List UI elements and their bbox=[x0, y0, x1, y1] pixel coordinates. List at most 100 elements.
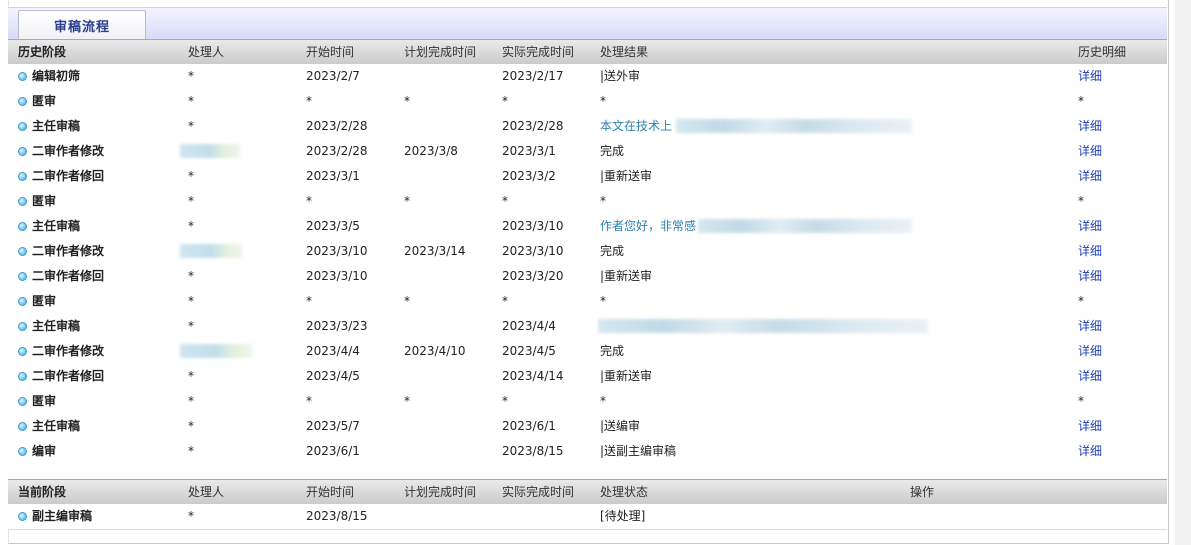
stage-label: 匿审 bbox=[32, 194, 57, 208]
start-time-cell: 2023/3/10 bbox=[306, 244, 368, 258]
detail-link[interactable]: 详细 bbox=[1078, 214, 1102, 239]
current-header-cell: 处理人 bbox=[188, 485, 225, 499]
planned-time-cell: * bbox=[404, 194, 410, 208]
stage-label: 编审 bbox=[32, 444, 57, 458]
stage-label: 二审作者修回 bbox=[32, 369, 105, 383]
redacted-blur bbox=[180, 344, 252, 358]
history-row: 编辑初筛 * 2023/2/7 2023/2/17 |送外审 详细 bbox=[8, 64, 1167, 90]
current-table-header: 当前阶段 处理人 开始时间 计划完成时间 实际完成时间 处理状态 操作 bbox=[8, 479, 1167, 505]
stage-label: 二审作者修回 bbox=[32, 169, 105, 183]
start-time-cell: 2023/4/5 bbox=[306, 369, 360, 383]
stage-label: 二审作者修改 bbox=[32, 344, 105, 358]
start-time-cell: * bbox=[306, 294, 312, 308]
history-stage-cell: 主任审稿 bbox=[18, 214, 80, 239]
start-time-cell: 2023/2/28 bbox=[306, 119, 368, 133]
current-header-cell: 开始时间 bbox=[306, 485, 355, 499]
history-stage-cell: 匿审 bbox=[18, 189, 56, 214]
history-stage-cell: 编辑初筛 bbox=[18, 64, 80, 89]
result-cell: |重新送审 bbox=[600, 369, 653, 383]
history-row: 二审作者修回 * 2023/4/5 2023/4/14 |重新送审 详细 bbox=[8, 364, 1167, 390]
history-row: 主任审稿 * 2023/3/23 2023/4/4 详细 bbox=[8, 314, 1167, 340]
stage-label: 主任审稿 bbox=[32, 419, 81, 433]
tab-review-process[interactable]: 审稿流程 bbox=[18, 10, 146, 39]
history-header-cell: 历史明细 bbox=[1078, 45, 1127, 59]
history-stage-cell: 主任审稿 bbox=[18, 314, 80, 339]
actual-time-cell: 2023/4/4 bbox=[502, 319, 556, 333]
scrollbar-track[interactable] bbox=[1175, 0, 1191, 545]
result-cell[interactable]: 本文在技术上 bbox=[600, 114, 672, 139]
bullet-icon bbox=[18, 447, 27, 456]
stage-label: 主任审稿 bbox=[32, 219, 81, 233]
history-row: 二审作者修改 2023/3/10 2023/3/14 2023/3/10 完成 详细 bbox=[8, 239, 1167, 265]
redacted-blur bbox=[598, 319, 928, 333]
detail-link[interactable]: 详细 bbox=[1078, 414, 1102, 439]
handler-cell: * bbox=[188, 394, 194, 408]
bullet-icon bbox=[18, 197, 27, 206]
current-header-cell: 处理状态 bbox=[600, 485, 649, 499]
actual-time-cell: 2023/3/10 bbox=[502, 219, 564, 233]
actual-time-cell: 2023/3/10 bbox=[502, 244, 564, 258]
stage-label: 二审作者修改 bbox=[32, 244, 105, 258]
actual-time-cell: * bbox=[502, 394, 508, 408]
history-row: 编审 * 2023/6/1 2023/8/15 |送副主编审稿 详细 bbox=[8, 439, 1167, 465]
table-spacer bbox=[8, 464, 1167, 479]
planned-time-cell: * bbox=[404, 94, 410, 108]
handler-cell: * bbox=[188, 219, 194, 233]
bullet-icon bbox=[18, 272, 27, 281]
detail-cell: * bbox=[1078, 194, 1084, 208]
start-time-cell: 2023/3/10 bbox=[306, 269, 368, 283]
redacted-blur bbox=[698, 219, 912, 233]
handler-cell: * bbox=[188, 169, 194, 183]
detail-link[interactable]: 详细 bbox=[1078, 139, 1102, 164]
history-header-cell: 处理结果 bbox=[600, 45, 649, 59]
result-cell: |送外审 bbox=[600, 69, 641, 83]
detail-cell: * bbox=[1078, 94, 1084, 108]
history-header-cell: 开始时间 bbox=[306, 45, 355, 59]
history-header-cell: 计划完成时间 bbox=[404, 45, 477, 59]
history-row: 匿审 * * * * * * bbox=[8, 189, 1167, 215]
history-row: 匿审 * * * * * * bbox=[8, 389, 1167, 415]
detail-link[interactable]: 详细 bbox=[1078, 114, 1102, 139]
history-stage-cell: 匿审 bbox=[18, 89, 56, 114]
current-stage-cell: 副主编审稿 bbox=[18, 504, 92, 529]
actual-time-cell: 2023/3/20 bbox=[502, 269, 564, 283]
planned-time-cell: * bbox=[404, 294, 410, 308]
actual-time-cell: 2023/2/17 bbox=[502, 69, 564, 83]
bullet-icon bbox=[18, 122, 27, 131]
handler-cell: * bbox=[188, 269, 194, 283]
start-time-cell: * bbox=[306, 94, 312, 108]
bullet-icon bbox=[18, 512, 27, 521]
bullet-icon bbox=[18, 97, 27, 106]
detail-link[interactable]: 详细 bbox=[1078, 64, 1102, 89]
bullet-icon bbox=[18, 172, 27, 181]
bullet-icon bbox=[18, 247, 27, 256]
result-cell: * bbox=[600, 194, 606, 208]
stage-label: 二审作者修回 bbox=[32, 269, 105, 283]
detail-link[interactable]: 详细 bbox=[1078, 164, 1102, 189]
handler-cell: * bbox=[188, 369, 194, 383]
stage-label: 副主编审稿 bbox=[32, 509, 93, 523]
actual-time-cell: 2023/3/1 bbox=[502, 144, 556, 158]
detail-link[interactable]: 详细 bbox=[1078, 364, 1102, 389]
detail-cell: * bbox=[1078, 294, 1084, 308]
bullet-icon bbox=[18, 347, 27, 356]
handler-cell: * bbox=[188, 509, 194, 523]
start-time-cell: 2023/3/1 bbox=[306, 169, 360, 183]
detail-link[interactable]: 详细 bbox=[1078, 314, 1102, 339]
history-stage-cell: 匿审 bbox=[18, 289, 56, 314]
current-row: 副主编审稿 * 2023/8/15 [待处理] bbox=[8, 504, 1167, 530]
detail-link[interactable]: 详细 bbox=[1078, 439, 1102, 464]
planned-time-cell: 2023/4/10 bbox=[404, 344, 466, 358]
detail-link[interactable]: 详细 bbox=[1078, 339, 1102, 364]
start-time-cell: * bbox=[306, 394, 312, 408]
planned-time-cell: 2023/3/14 bbox=[404, 244, 466, 258]
detail-link[interactable]: 详细 bbox=[1078, 239, 1102, 264]
actual-time-cell: 2023/2/28 bbox=[502, 119, 564, 133]
bullet-icon bbox=[18, 397, 27, 406]
bullet-icon bbox=[18, 222, 27, 231]
detail-link[interactable]: 详细 bbox=[1078, 264, 1102, 289]
stage-label: 主任审稿 bbox=[32, 119, 81, 133]
result-cell[interactable]: 作者您好，非常感 bbox=[600, 214, 696, 239]
start-time-cell: 2023/3/23 bbox=[306, 319, 368, 333]
start-time-cell: 2023/4/4 bbox=[306, 344, 360, 358]
